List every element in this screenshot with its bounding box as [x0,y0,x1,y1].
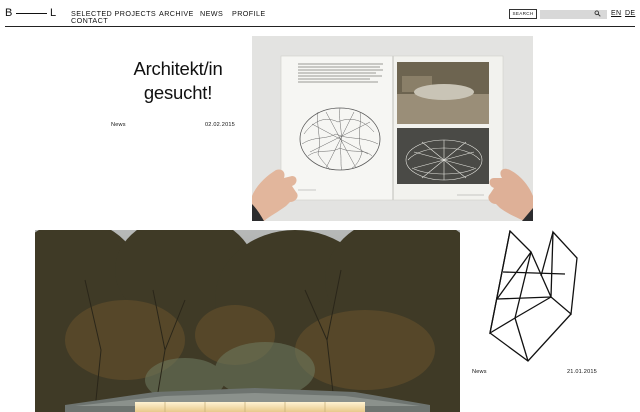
post-image-book[interactable] [252,36,533,221]
site-header: B L SELECTED PROJECTS ARCHIVE NEWS PROFI… [0,0,640,27]
logo-letter-right: L [50,7,57,19]
open-book-photo [252,36,533,221]
post-date: 21.01.2015 [567,369,597,375]
logo-dash [16,13,47,14]
geometric-logo-mark[interactable] [487,230,579,362]
language-de[interactable]: DE [625,10,635,17]
post-date: 02.02.2015 [205,122,235,128]
nav-archive[interactable]: ARCHIVE [159,10,194,18]
logo-letter-left: B [5,7,13,19]
site-logo[interactable]: B L [5,7,57,19]
pavilion-photo [35,230,460,412]
header-divider [5,26,635,27]
post-category[interactable]: News [111,122,126,128]
search-button[interactable]: SEARCH [509,9,537,19]
nav-news[interactable]: NEWS [200,10,223,18]
post-title[interactable]: Architekt/in gesucht! [112,57,244,105]
post-category[interactable]: News [472,369,487,375]
search-icon[interactable] [594,10,601,17]
nav-contact[interactable]: CONTACT [71,17,108,25]
nav-profile[interactable]: PROFILE [232,10,266,18]
post-image-pavilion[interactable] [35,230,460,412]
language-en[interactable]: EN [611,10,621,17]
